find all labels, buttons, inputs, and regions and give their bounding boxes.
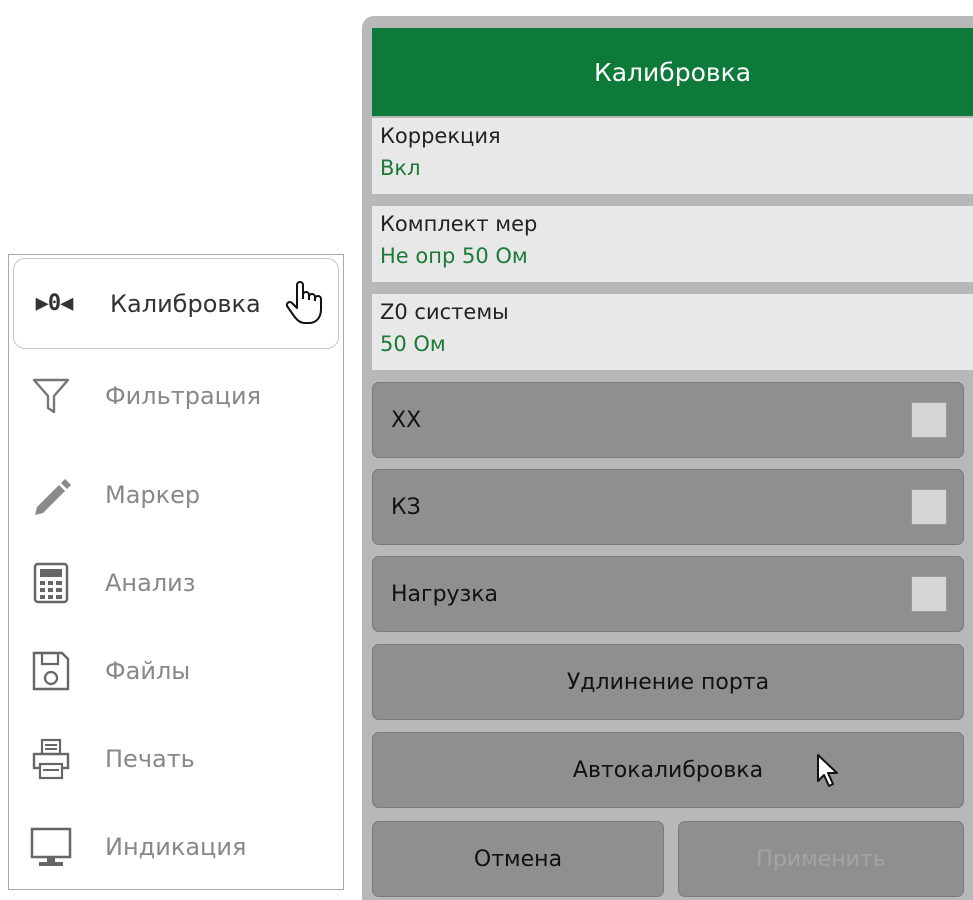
open-checkbox[interactable]	[911, 402, 947, 438]
calibration-panel: Калибровка Коррекция Вкл Комплект мер Не…	[362, 16, 973, 900]
load-standard-button[interactable]: Нагрузка	[372, 556, 964, 632]
menu-item-marker[interactable]: Маркер	[9, 451, 345, 539]
button-label: Нагрузка	[391, 581, 499, 607]
load-checkbox[interactable]	[911, 576, 947, 612]
setting-label: Z0 системы	[380, 300, 509, 324]
correction-setting[interactable]: Коррекция Вкл	[372, 118, 973, 194]
menu-item-label: Файлы	[105, 657, 191, 685]
hand-pointer-cursor-icon	[284, 281, 324, 331]
menu-item-label: Маркер	[105, 481, 201, 509]
button-label: Применить	[756, 846, 886, 872]
menu-item-files[interactable]: Файлы	[9, 627, 345, 715]
monitor-icon	[23, 819, 79, 875]
calibration-icon: ▶0◀	[35, 291, 74, 316]
apply-button[interactable]: Применить	[678, 821, 964, 897]
menu-item-display[interactable]: Индикация	[9, 803, 345, 891]
button-label: ХХ	[391, 407, 422, 433]
setting-value: Не опр 50 Ом	[380, 244, 528, 268]
setting-label: Коррекция	[380, 124, 501, 148]
setting-value: Вкл	[380, 156, 421, 180]
short-checkbox[interactable]	[911, 489, 947, 525]
open-standard-button[interactable]: ХХ	[372, 382, 964, 458]
menu-item-calibration[interactable]: ▶0◀ Калибровка	[13, 258, 339, 349]
arrow-cursor-icon	[816, 753, 840, 793]
menu-item-label: Анализ	[105, 569, 196, 597]
button-label: Удлинение порта	[566, 669, 770, 695]
setting-label: Комплект мер	[380, 212, 538, 236]
left-menu: ▶0◀ Калибровка Фильтрация Маркер Анализ …	[8, 254, 344, 890]
menu-item-label: Калибровка	[110, 289, 261, 318]
menu-item-label: Индикация	[105, 833, 247, 861]
autocalibration-button[interactable]: Автокалибровка	[372, 732, 964, 808]
floppy-disk-icon	[23, 643, 79, 699]
filter-icon	[23, 368, 79, 424]
cancel-button[interactable]: Отмена	[372, 821, 664, 897]
button-label: Отмена	[473, 846, 563, 872]
setting-value: 50 Ом	[380, 332, 446, 356]
panel-title-bar: Калибровка	[372, 28, 973, 116]
calculator-icon	[23, 555, 79, 611]
button-label: Автокалибровка	[572, 757, 764, 783]
menu-item-filter[interactable]: Фильтрация	[9, 352, 345, 440]
port-extension-button[interactable]: Удлинение порта	[372, 644, 964, 720]
short-standard-button[interactable]: КЗ	[372, 469, 964, 545]
menu-item-print[interactable]: Печать	[9, 715, 345, 803]
menu-item-label: Фильтрация	[105, 382, 262, 410]
menu-item-label: Печать	[105, 745, 195, 773]
panel-title: Калибровка	[593, 57, 752, 87]
system-z0-setting[interactable]: Z0 системы 50 Ом	[372, 294, 973, 370]
menu-item-analysis[interactable]: Анализ	[9, 539, 345, 627]
printer-icon	[23, 731, 79, 787]
cal-kit-setting[interactable]: Комплект мер Не опр 50 Ом	[372, 206, 973, 282]
pencil-icon	[23, 467, 79, 523]
button-label: КЗ	[391, 494, 421, 520]
